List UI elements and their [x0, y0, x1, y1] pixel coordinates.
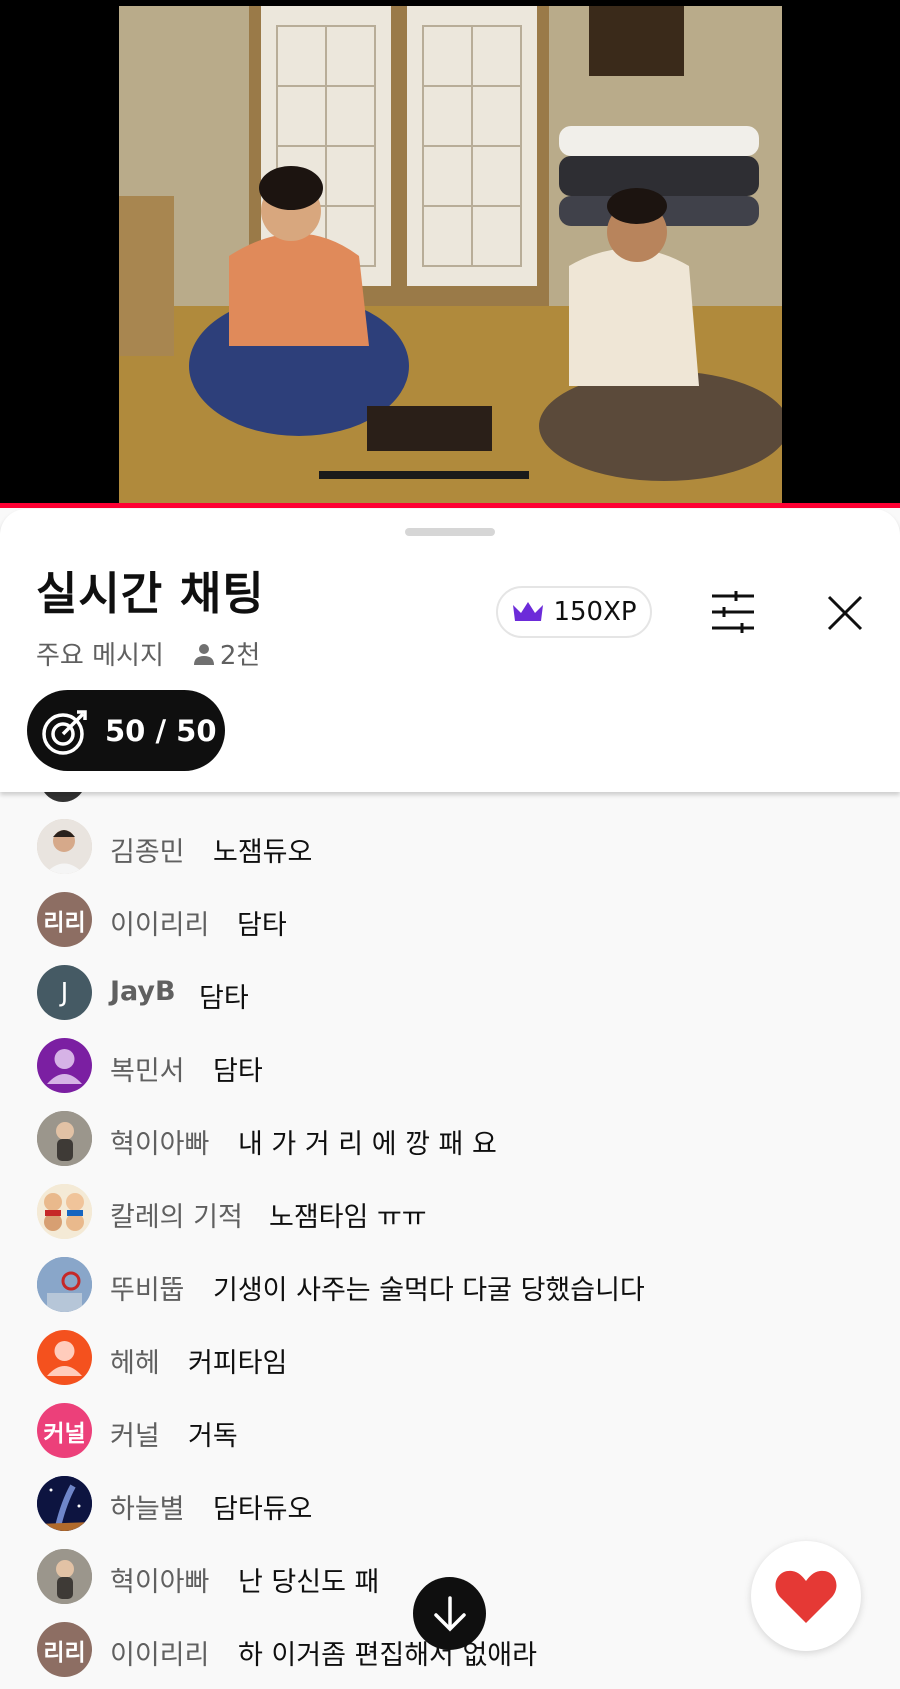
avatar [37, 1476, 92, 1531]
avatar [37, 1038, 92, 1093]
chat-message[interactable]: 혁이아빠 내 가 거 리 에 깡 패 요 [0, 1108, 900, 1168]
person-icon [193, 643, 214, 665]
avatar [37, 1257, 92, 1312]
message-text: 담타듀오 [213, 1494, 313, 1525]
avatar: 리리 [37, 1622, 92, 1677]
message-author[interactable]: 칼레의 기적 [110, 1195, 243, 1234]
message-author[interactable]: 헤헤 [110, 1341, 160, 1380]
target-icon [42, 709, 87, 755]
filter-icon[interactable] [710, 591, 756, 637]
chat-message[interactable]: 헤헤 커피타임 [0, 1327, 900, 1387]
message-text: 노잼타임 ㅠㅠ [269, 1202, 427, 1233]
avatar [40, 792, 86, 802]
heart-reaction-button[interactable] [751, 1541, 861, 1651]
message-author[interactable]: 커널 [110, 1414, 160, 1453]
goal-progress: 50 / 50 [105, 713, 217, 748]
avatar: 커널 [37, 1403, 92, 1458]
message-author[interactable]: JayB [110, 976, 176, 1007]
avatar: 리리 [37, 892, 92, 947]
message-author[interactable]: 혁이아빠 [110, 1122, 209, 1161]
chat-message-list[interactable]: 김종민 노잼듀오 리리 이이리리 담타 J JayB 담타 복민서 담타 혁이아… [0, 792, 900, 1689]
live-chat-header: 실시간 채팅 주요 메시지 2천 150XP 50 / 50 [0, 509, 900, 792]
avatar [37, 1184, 92, 1239]
message-text: 난 당신도 패 [238, 1567, 380, 1598]
message-author[interactable]: 이이리리 [110, 903, 209, 942]
message-text: 내 가 거 리 에 깡 패 요 [238, 1129, 497, 1160]
crown-icon [513, 602, 544, 621]
message-author[interactable]: 복민서 [110, 1049, 185, 1088]
chat-message[interactable]: 하늘별 담타듀오 [0, 1473, 900, 1533]
message-text: 거독 [188, 1421, 238, 1452]
video-scene-image [119, 6, 782, 504]
message-text: 담타 [199, 983, 249, 1014]
chat-message[interactable]: 복민서 담타 [0, 1035, 900, 1095]
video-frame[interactable] [119, 6, 782, 504]
chat-message[interactable]: 커널 커널 거독 [0, 1400, 900, 1460]
avatar [37, 1549, 92, 1604]
video-player[interactable] [0, 0, 900, 508]
message-text: 노잼듀오 [213, 837, 313, 868]
video-progress-bar[interactable] [0, 503, 900, 508]
drag-handle[interactable] [405, 528, 495, 536]
arrow-down-icon [433, 1595, 466, 1631]
message-author[interactable]: 김종민 [110, 830, 185, 869]
message-author[interactable]: 하늘별 [110, 1487, 185, 1526]
chat-message[interactable]: 뚜비뚭 기생이 사주는 술먹다 다굴 당했습니다 [0, 1254, 900, 1314]
viewer-count: 2천 [192, 635, 260, 672]
avatar: J [37, 965, 92, 1020]
chat-message[interactable]: 리리 이이리리 담타 [0, 889, 900, 949]
message-text: 담타 [213, 1056, 263, 1087]
close-icon[interactable] [825, 593, 865, 637]
message-author[interactable]: 혁이아빠 [110, 1560, 209, 1599]
chat-message[interactable]: 칼레의 기적 노잼타임 ㅠㅠ [0, 1181, 900, 1241]
message-text: 담타 [237, 910, 287, 941]
message-author[interactable]: 뚜비뚭 [110, 1268, 185, 1307]
chat-mode-label[interactable]: 주요 메시지 [36, 635, 164, 672]
chat-message[interactable]: J JayB 담타 [0, 962, 900, 1022]
message-author[interactable]: 이이리리 [110, 1633, 209, 1672]
xp-badge[interactable]: 150XP [496, 586, 652, 638]
avatar [37, 1330, 92, 1385]
avatar [37, 819, 92, 874]
message-text: 하 이거좀 편집해서 없애라 [238, 1640, 537, 1671]
xp-value: 150XP [553, 597, 637, 627]
viewer-count-value: 2천 [219, 641, 261, 671]
chat-title: 실시간 채팅 [36, 567, 265, 620]
chat-mode-row[interactable]: 주요 메시지 2천 [36, 635, 260, 672]
scroll-to-bottom-button[interactable] [413, 1577, 486, 1650]
goal-badge[interactable]: 50 / 50 [27, 690, 225, 771]
chat-message[interactable]: 김종민 노잼듀오 [0, 816, 900, 876]
message-text: 기생이 사주는 술먹다 다굴 당했습니다 [213, 1275, 645, 1306]
heart-icon [775, 1570, 837, 1623]
avatar [37, 1111, 92, 1166]
message-text: 커피타임 [188, 1348, 288, 1379]
